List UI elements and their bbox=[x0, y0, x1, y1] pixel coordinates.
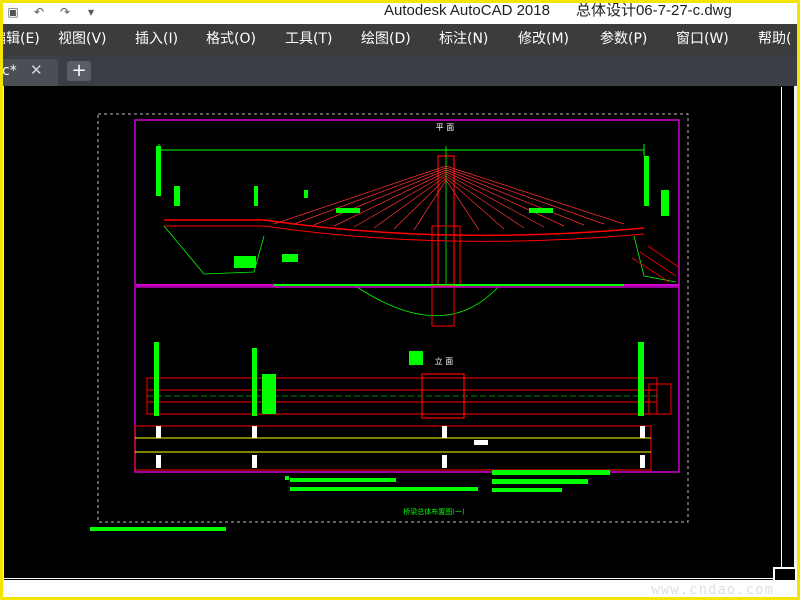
sheet-border bbox=[97, 113, 689, 523]
window-title: Autodesk AutoCAD 2018 总体设计06-7-27-c.dwg bbox=[384, 0, 732, 22]
marker bbox=[474, 440, 488, 445]
plan-heading: 平 面 bbox=[436, 123, 455, 132]
marker bbox=[156, 455, 161, 468]
pile-cap bbox=[431, 285, 455, 327]
note-line bbox=[492, 488, 562, 492]
drawing-caption: 桥梁总体布置图(一) bbox=[403, 507, 465, 516]
stay-cables bbox=[273, 165, 625, 231]
document-tab-strip: c* ✕ bbox=[0, 55, 800, 86]
quick-access-toolbar: ▣ ↶ ↷ ▾ bbox=[4, 2, 100, 22]
drawing-canvas[interactable]: 平 面 立 面 桥梁总体布置图(一) bbox=[4, 86, 794, 580]
bridge-deck bbox=[164, 219, 645, 237]
menu-item-dimension[interactable]: 标注(N) bbox=[439, 24, 488, 55]
marker bbox=[640, 426, 645, 438]
section-strip bbox=[134, 425, 652, 471]
title-bar: ▣ ↶ ↷ ▾ Autodesk AutoCAD 2018 总体设计06-7-27… bbox=[0, 0, 800, 24]
redo-icon[interactable]: ↷ bbox=[56, 3, 74, 21]
tab-document[interactable]: c* ✕ bbox=[0, 59, 58, 86]
status-strip: www.cndao.com bbox=[0, 580, 800, 600]
marker bbox=[154, 342, 159, 416]
marker bbox=[252, 348, 257, 416]
marker bbox=[282, 254, 298, 262]
viewport-edge-vertical bbox=[781, 87, 782, 567]
file-name: 总体设计06-7-27-c.dwg bbox=[575, 2, 732, 19]
marker bbox=[442, 426, 447, 438]
marker bbox=[304, 190, 308, 198]
upper-view-frame bbox=[134, 119, 680, 286]
note-line bbox=[492, 479, 588, 484]
marker bbox=[252, 426, 257, 438]
marker bbox=[234, 256, 256, 268]
marker bbox=[174, 186, 180, 206]
menu-item-window[interactable]: 窗口(W) bbox=[676, 24, 729, 55]
marker bbox=[661, 190, 669, 216]
close-icon[interactable]: ✕ bbox=[30, 61, 43, 79]
marker bbox=[156, 426, 161, 438]
marker bbox=[529, 208, 553, 213]
embankment-hatch bbox=[631, 245, 681, 283]
note-line bbox=[290, 478, 396, 482]
undo-icon[interactable]: ↶ bbox=[30, 3, 48, 21]
tab-document-label: c* bbox=[2, 63, 17, 79]
note-line bbox=[290, 487, 478, 491]
menu-item-parameter[interactable]: 参数(P) bbox=[600, 24, 647, 55]
menu-item-help[interactable]: 帮助( bbox=[758, 24, 791, 55]
menu-bar: 编辑(E) 视图(V) 插入(I) 格式(O) 工具(T) 绘图(D) 标注(N… bbox=[0, 24, 800, 55]
watermark: www.cndao.com bbox=[651, 582, 774, 598]
menu-item-view[interactable]: 视图(V) bbox=[58, 24, 107, 55]
marker bbox=[254, 186, 258, 206]
left-abutment bbox=[156, 146, 161, 196]
foundation-curve bbox=[353, 284, 500, 317]
marker bbox=[442, 455, 447, 468]
marker bbox=[638, 342, 644, 416]
app-name: Autodesk AutoCAD 2018 bbox=[384, 2, 550, 19]
dropdown-icon[interactable]: ▾ bbox=[82, 3, 100, 21]
marker bbox=[640, 455, 645, 468]
new-tab-button[interactable]: + bbox=[67, 61, 91, 81]
marker bbox=[252, 455, 257, 468]
menu-item-draw[interactable]: 绘图(D) bbox=[361, 24, 411, 55]
marker bbox=[409, 351, 423, 365]
marker bbox=[262, 374, 276, 414]
menu-item-format[interactable]: 格式(O) bbox=[206, 24, 256, 55]
menu-item-modify[interactable]: 修改(M) bbox=[518, 24, 569, 55]
menu-item-tools[interactable]: 工具(T) bbox=[285, 24, 332, 55]
elevation-heading: 立 面 bbox=[435, 356, 454, 366]
marker bbox=[336, 208, 360, 213]
note-bullet bbox=[285, 476, 289, 480]
scale-bar bbox=[90, 527, 226, 531]
ground-line-right bbox=[633, 235, 677, 283]
lower-view-frame bbox=[134, 286, 680, 473]
menu-item-edit[interactable]: 编辑(E) bbox=[0, 24, 40, 55]
marker bbox=[648, 383, 672, 415]
right-abutment bbox=[644, 156, 649, 206]
note-line bbox=[492, 470, 610, 475]
save-icon[interactable]: ▣ bbox=[4, 3, 22, 21]
menu-item-insert[interactable]: 插入(I) bbox=[135, 24, 178, 55]
cad-drawing: 平 面 立 面 桥梁总体布置图(一) bbox=[90, 113, 689, 531]
viewport-edge-horizontal bbox=[4, 578, 781, 579]
plan-deck-top bbox=[146, 377, 658, 391]
plan-deck-bottom bbox=[146, 401, 658, 415]
